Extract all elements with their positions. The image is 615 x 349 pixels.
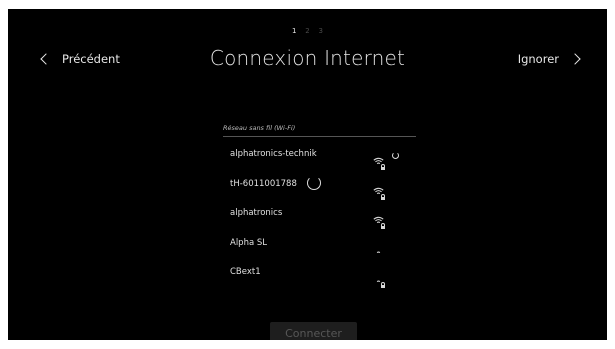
setup-screen: 1 2 3 Précédent Connexion Internet Ignor… bbox=[8, 9, 607, 340]
network-row[interactable]: tH-6011001788 bbox=[223, 172, 416, 202]
wifi-network-list: alphatronics-technik tH-6011001788 alpha… bbox=[223, 142, 416, 290]
lock-icon bbox=[381, 282, 385, 288]
connect-button[interactable]: Connecter bbox=[270, 322, 357, 340]
skip-button[interactable]: Ignorer bbox=[517, 49, 581, 69]
step-1: 1 bbox=[292, 27, 297, 35]
wifi-strong-locked-icon bbox=[373, 181, 385, 200]
network-name: Alpha SL bbox=[230, 237, 268, 248]
network-row[interactable]: CBext1 bbox=[223, 260, 416, 290]
lock-icon bbox=[381, 193, 385, 200]
network-name: CBext1 bbox=[230, 267, 261, 277]
connecting-spinner-icon bbox=[392, 152, 399, 159]
network-row[interactable]: alphatronics-technik bbox=[223, 142, 416, 172]
section-divider bbox=[223, 136, 416, 137]
wifi-weak-locked-icon bbox=[373, 269, 385, 288]
step-3: 3 bbox=[318, 27, 323, 35]
chevron-right-icon bbox=[569, 53, 581, 65]
network-name: alphatronics-technik bbox=[230, 149, 317, 159]
wifi-strong-locked-icon bbox=[373, 151, 385, 170]
wifi-strong-locked-icon bbox=[373, 210, 385, 229]
wifi-weak-icon bbox=[373, 240, 384, 259]
network-name: alphatronics bbox=[230, 208, 283, 218]
network-row[interactable]: alphatronics bbox=[223, 201, 416, 231]
lock-icon bbox=[381, 164, 385, 170]
network-name: tH-6011001788 bbox=[230, 178, 297, 189]
lock-icon bbox=[381, 223, 385, 229]
skip-label: Ignorer bbox=[517, 52, 559, 66]
wifi-section-label: Réseau sans fil (Wi-Fi) bbox=[223, 124, 296, 132]
step-indicator: 1 2 3 bbox=[8, 27, 607, 35]
loading-spinner-icon bbox=[307, 175, 321, 190]
network-row[interactable]: Alpha SL bbox=[223, 231, 416, 261]
step-2: 2 bbox=[305, 27, 310, 35]
